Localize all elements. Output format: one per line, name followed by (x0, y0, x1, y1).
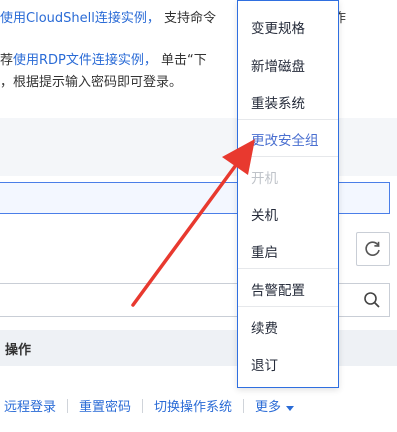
menu-divider (238, 306, 338, 307)
info-prefix-2: 荐 (0, 53, 14, 68)
menu-divider (238, 268, 338, 269)
menu-item-add-disk[interactable]: 新增磁盘 (251, 55, 305, 75)
more-label: 更多 (255, 400, 282, 415)
menu-item-power-on: 开机 (251, 171, 278, 187)
menu-item-restart[interactable]: 重启 (251, 241, 278, 261)
menu-item-power-off[interactable]: 关机 (251, 204, 278, 224)
more-dropdown[interactable]: 更多 (255, 396, 295, 415)
menu-item-unsubscribe[interactable]: 退订 (251, 354, 278, 374)
row-actions: 远程登录 重置密码 切换操作系统 更多 (4, 396, 295, 415)
info-text-2: 单击“下 (161, 53, 207, 68)
menu-item-renew[interactable]: 续费 (251, 317, 278, 337)
info-text-3: ，根据提示输入密码即可登录。 (0, 75, 183, 90)
cloudshell-link[interactable]: 使用CloudShell连接实例， (0, 11, 160, 26)
info-text-1: 支持命令 (164, 11, 217, 26)
column-header-operation: 操作 (5, 343, 32, 358)
rdp-link[interactable]: 使用RDP文件连接实例， (13, 53, 157, 68)
switch-os-link[interactable]: 切换操作系统 (154, 396, 232, 415)
info-line-2: 荐使用RDP文件连接实例， 单击“下 (0, 52, 207, 70)
menu-item-change-security-group[interactable]: 更改安全组 (251, 129, 319, 149)
info-line-3: ，根据提示输入密码即可登录。 (0, 74, 182, 92)
action-separator (67, 398, 69, 413)
menu-divider (238, 119, 338, 120)
caret-down-icon (286, 406, 295, 411)
remote-login-link[interactable]: 远程登录 (4, 396, 56, 415)
action-separator (142, 398, 144, 413)
reset-password-link[interactable]: 重置密码 (79, 396, 131, 415)
info-line-1: 使用CloudShell连接实例， 支持命令 作 (0, 10, 346, 28)
more-dropdown-menu: 变更规格 新增磁盘 重装系统 更改安全组 开机 关机 重启 告警配置 续费 退订 (237, 0, 339, 388)
search-icon[interactable] (363, 291, 381, 309)
menu-item-resize[interactable]: 变更规格 (251, 17, 305, 37)
action-separator (243, 398, 245, 413)
refresh-icon (365, 241, 380, 256)
refresh-button[interactable] (356, 232, 390, 266)
menu-divider (238, 156, 338, 157)
menu-item-alarm-config[interactable]: 告警配置 (251, 279, 305, 299)
menu-item-reinstall[interactable]: 重装系统 (251, 92, 305, 112)
